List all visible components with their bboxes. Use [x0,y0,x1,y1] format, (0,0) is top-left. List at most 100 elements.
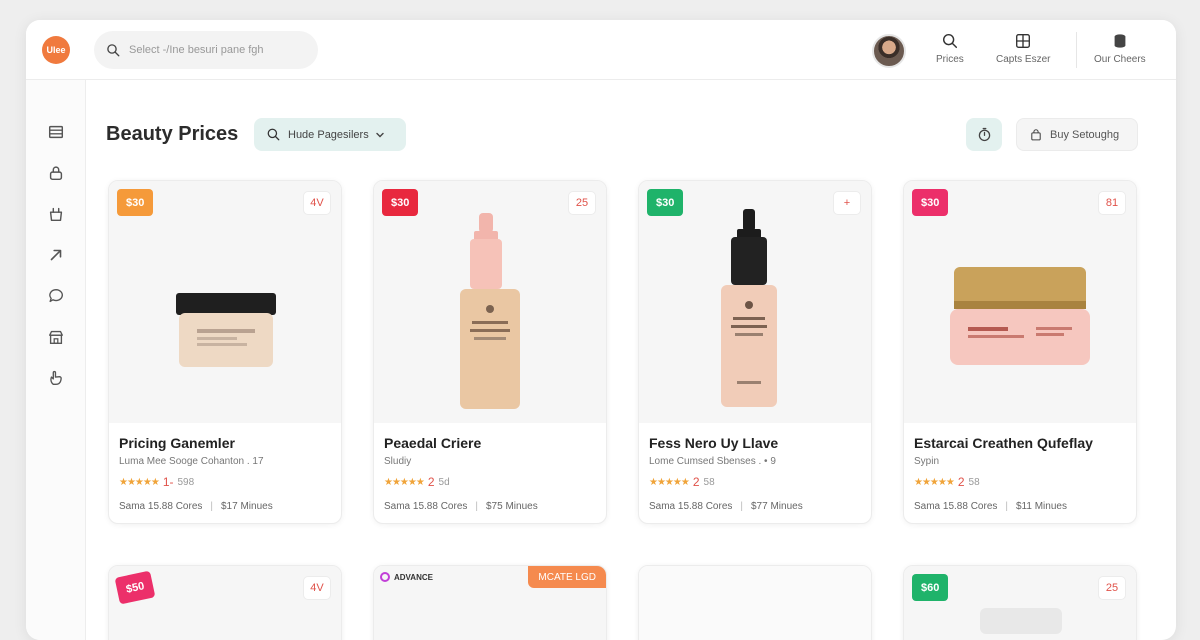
nav-our-cheers[interactable]: Our Cheers [1094,32,1146,65]
sidebar-item-store[interactable] [46,327,66,347]
product-info: Estarcai Creathen Qufeflay Sypin ★★★★★ 2… [904,423,1136,523]
product-card[interactable]: $50 4V [108,565,342,640]
foundation-bottle-image [460,213,520,409]
basket-icon [49,207,63,222]
footer-separator: | [210,501,213,512]
lock-icon [49,166,63,181]
rating-stars: ★★★★★ [384,476,425,488]
nav-label: Prices [936,54,964,65]
jar-lid-image [980,608,1062,634]
product-info: Fess Nero Uy Llave Lome Cumsed Sbenses .… [639,423,871,523]
product-rating: ★★★★★ 2 5d [384,475,596,489]
product-price: $75 Minues [486,501,538,512]
product-card[interactable]: ADVANCE MCATE LGD [373,565,607,640]
count-badge: + [833,191,861,215]
footer-separator: | [1005,501,1008,512]
buy-label: Buy Setoughg [1050,128,1120,141]
sidebar-item-share[interactable] [46,245,66,265]
product-subtitle: Lome Cumsed Sbenses . • 9 [649,456,776,467]
divider [1076,32,1077,68]
price-badge: $60 [912,574,949,601]
top-bar: Ulee Prices Capts Eszer Our Cheers [26,20,1176,80]
nav-label: Our Cheers [1094,54,1146,65]
brand-tag: ADVANCE [380,572,433,582]
chat-icon [49,289,63,303]
brand-tag-text: ADVANCE [394,572,433,582]
product-info: Pricing Ganemler Luma Mee Sooge Cohanton… [109,423,341,523]
timer-button[interactable] [966,118,1002,151]
product-subtitle: Sypin [914,456,940,467]
sidebar-item-basket[interactable] [46,204,66,224]
product-rating: ★★★★★ 1- 598 [119,475,331,489]
filter-dropdown[interactable]: Hude Pagesilers [254,118,406,151]
timer-icon [978,127,990,142]
price-badge: $30 [382,189,419,216]
count-badge: 4V [303,576,331,600]
product-footer: Sama 15.88 Cores | $75 Minues [384,501,596,512]
search-bar[interactable] [94,31,318,69]
product-footer: Sama 15.88 Cores | $11 Minues [914,501,1126,512]
product-card[interactable] [638,565,872,640]
rating-value: 2 [427,475,435,489]
product-cores: Sama 15.88 Cores [914,501,998,512]
sidebar [26,80,86,640]
chevron-down-icon [376,132,384,137]
count-badge: 25 [1098,576,1126,600]
search-icon [267,128,280,141]
product-card[interactable]: $30 25 Peaedal Criere Sludiy ★★★★★ 2 5d … [373,180,607,524]
product-price: $17 Minues [221,501,273,512]
product-card[interactable]: $60 25 [903,565,1137,640]
store-icon [49,330,63,344]
count-badge: 4V [303,191,331,215]
product-footer: Sama 15.88 Cores | $77 Minues [649,501,861,512]
product-image-area [639,566,871,640]
search-input[interactable] [129,44,299,56]
product-image-area [109,181,341,423]
nav-prices[interactable]: Prices [936,32,964,65]
grid-icon [1016,34,1031,48]
sidebar-item-hand[interactable] [46,368,66,388]
count-badge: 25 [568,191,596,215]
product-image-area [374,181,606,423]
rating-stars: ★★★★★ [914,476,955,488]
hand-icon [50,370,62,385]
bag-icon [1031,128,1041,140]
cream-jar-image [176,293,276,367]
product-subtitle: Luma Mee Sooge Cohanton . 17 [119,456,264,467]
product-card[interactable]: $30 4V Pricing Ganemler Luma Mee Sooge C… [108,180,342,524]
rating-stars: ★★★★★ [119,476,160,488]
sidebar-item-chat[interactable] [46,286,66,306]
search-icon [107,43,120,56]
rating-stars: ★★★★★ [649,476,690,488]
count-badge: 81 [1098,191,1126,215]
list-icon [48,125,64,139]
product-cores: Sama 15.88 Cores [384,501,468,512]
rating-value: 2 [692,475,700,489]
product-info: Peaedal Criere Sludiy ★★★★★ 2 5d Sama 15… [374,423,606,523]
product-cores: Sama 15.88 Cores [119,501,203,512]
product-cores: Sama 15.88 Cores [649,501,733,512]
share-arrow-icon [50,249,62,261]
price-badge: $30 [912,189,949,216]
rating-extra: 598 [177,476,195,488]
brand-logo[interactable]: Ulee [42,36,70,64]
sidebar-item-lock[interactable] [46,163,66,183]
rating-value: 2 [957,475,965,489]
buy-button[interactable]: Buy Setoughg [1016,118,1138,151]
product-title: Fess Nero Uy Llave [649,435,779,451]
promo-tag: MCATE LGD [528,566,606,588]
rating-extra: 58 [968,476,980,488]
price-badge: $30 [647,189,684,216]
sidebar-item-list[interactable] [46,122,66,142]
search-icon [942,33,957,49]
avatar[interactable] [872,34,906,68]
product-subtitle: Sludiy [384,456,412,467]
product-card[interactable]: $30 + Fess Nero Uy Llave Lome Cumsed Sbe… [638,180,872,524]
product-footer: Sama 15.88 Cores | $17 Minues [119,501,331,512]
product-price: $77 Minues [751,501,803,512]
brand-circle-icon [380,572,390,582]
product-card[interactable]: $30 81 Estarcai Creathen Qufeflay Sypin … [903,180,1137,524]
nav-capts-eszer[interactable]: Capts Eszer [996,32,1050,65]
product-image-area [639,181,871,423]
filter-label: Hude Pagesilers [288,128,369,141]
